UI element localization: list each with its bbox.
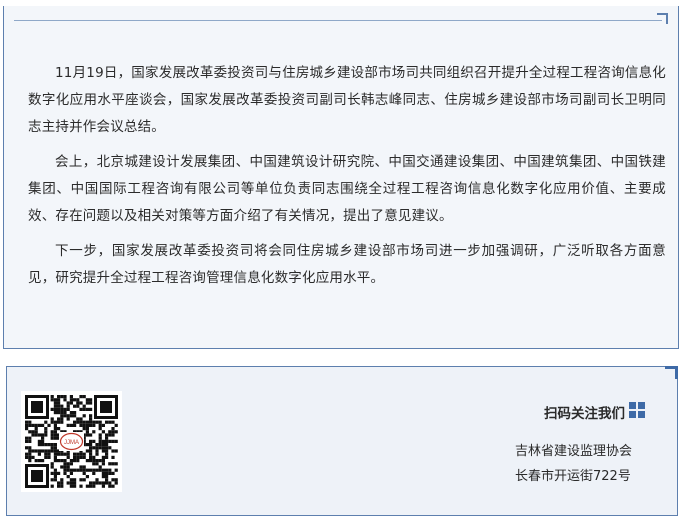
qr-logo-text: JJMA xyxy=(64,440,79,446)
paragraph-2: 会上，北京城建设计发展集团、中国建筑设计研究院、中国交通建设集团、中国建筑集团、… xyxy=(28,154,666,224)
corner-decoration xyxy=(665,366,678,379)
qr-code-icon: JJMA xyxy=(21,391,122,492)
paragraph-3: 下一步，国家发展改革委投资司将会同住房城乡建设部市场司进一步加强调研，广泛听取各… xyxy=(28,243,666,286)
scan-title: 扫码关注我们 xyxy=(544,406,625,422)
paragraph-1: 11月19日，国家发展改革委投资司与住房城乡建设部市场司共同组织召开提升全过程工… xyxy=(28,65,666,135)
article-body: 11月19日，国家发展改革委投资司与住房城乡建设部市场司共同组织召开提升全过程工… xyxy=(28,60,666,300)
organization-address: 长春市开运街722号 xyxy=(515,469,631,484)
grid-icon xyxy=(629,402,645,418)
corner-decoration xyxy=(657,13,668,24)
footer-panel: JJMA 扫码关注我们 吉林省建设监理协会 长春市开运街722号 xyxy=(6,366,678,516)
organization-name: 吉林省建设监理协会 xyxy=(515,444,633,459)
article-panel: 11月19日，国家发展改革委投资司与住房城乡建设部市场司共同组织召开提升全过程工… xyxy=(3,6,679,349)
top-divider xyxy=(14,20,662,21)
